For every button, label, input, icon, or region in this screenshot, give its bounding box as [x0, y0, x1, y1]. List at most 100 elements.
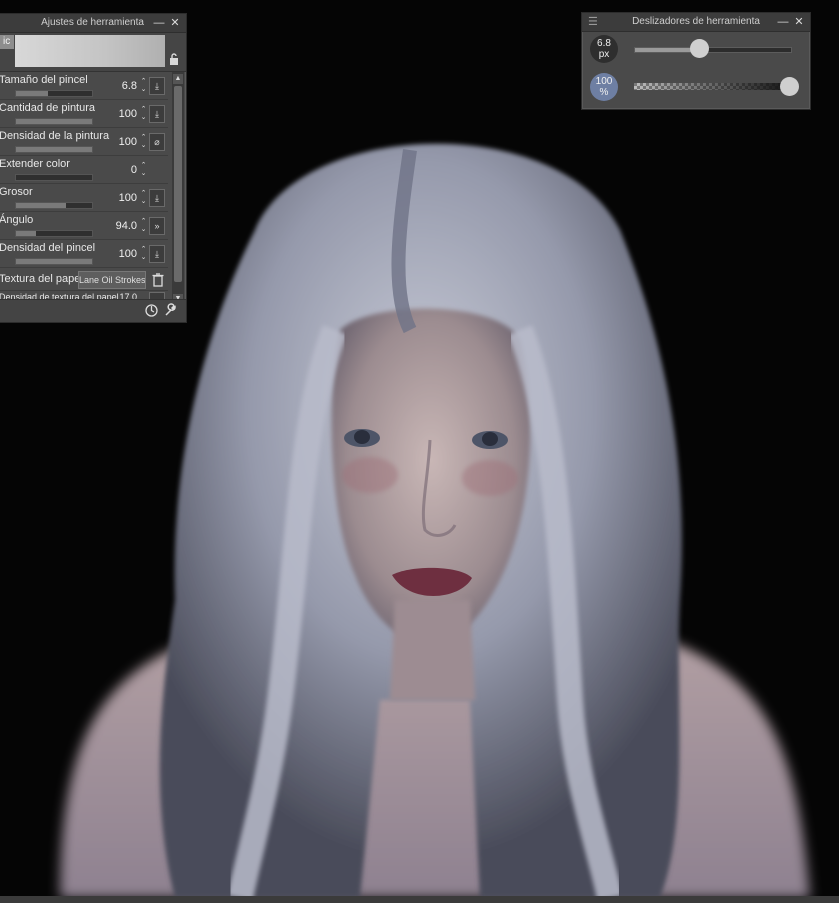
- value-stepper[interactable]: ⌃ ⌄: [139, 134, 148, 150]
- setting-bar[interactable]: [15, 230, 93, 237]
- scrollbar-thumb[interactable]: [174, 86, 182, 282]
- setting-row-paper-texture[interactable]: Textura del papel Lane Oil Strokes: [0, 268, 168, 291]
- setting-row-paint-amount[interactable]: Cantidad de pintura 100 ⌃ ⌄ ⤓: [0, 100, 168, 128]
- chevron-up-icon[interactable]: ⌃: [139, 218, 148, 226]
- brush-size-slider[interactable]: [634, 47, 792, 53]
- setting-bar-fill: [16, 203, 67, 208]
- palette-footer: [0, 299, 186, 322]
- chevron-up-icon[interactable]: ⌃: [139, 134, 148, 142]
- close-icon[interactable]: ✕: [792, 13, 806, 31]
- reset-icon[interactable]: [144, 303, 159, 318]
- opacity-value: 100: [595, 76, 613, 87]
- setting-bar-fill: [16, 147, 92, 152]
- brush-preview: ic: [0, 33, 186, 72]
- tool-sliders-title: Deslizadores de herramienta: [632, 16, 760, 27]
- lock-icon[interactable]: [169, 53, 179, 65]
- setting-value[interactable]: 100: [119, 136, 137, 148]
- brush-stroke-preview: [15, 35, 165, 67]
- download-icon[interactable]: ⤓: [149, 77, 165, 95]
- setting-bar-fill: [16, 91, 48, 96]
- setting-row-color-stretch[interactable]: Extender color 0 ⌃ ⌄: [0, 156, 168, 184]
- tool-sliders-palette: ☰ Deslizadores de herramienta — ✕ 6.8 px…: [581, 12, 811, 110]
- brush-size-unit: px: [598, 49, 610, 60]
- double-chevron-icon[interactable]: »: [149, 217, 165, 235]
- setting-label: Tamaño del pincel: [0, 74, 88, 86]
- chevron-up-icon[interactable]: ⌃: [139, 162, 148, 170]
- setting-bar-fill: [16, 119, 92, 124]
- value-stepper[interactable]: ⌃ ⌄: [139, 106, 148, 122]
- opacity-slider-row: 100 %: [582, 71, 810, 107]
- tool-settings-title: Ajustes de herramienta: [41, 17, 144, 28]
- setting-value[interactable]: 100: [119, 248, 137, 260]
- setting-row-paint-density[interactable]: Densidad de la pintura 100 ⌃ ⌄ ⌀: [0, 128, 168, 156]
- brush-size-slider-knob[interactable]: [689, 39, 709, 58]
- menu-icon[interactable]: ☰: [588, 13, 598, 31]
- value-stepper[interactable]: ⌃ ⌄: [139, 162, 148, 178]
- chevron-down-icon[interactable]: ⌄: [139, 114, 148, 122]
- setting-value[interactable]: 100: [119, 192, 137, 204]
- brush-size-badge: 6.8 px: [590, 35, 618, 63]
- chevron-down-icon[interactable]: ⌄: [139, 254, 148, 262]
- brush-size-value: 6.8: [597, 38, 611, 49]
- palette-scrollbar[interactable]: ▲ ▼: [172, 72, 184, 306]
- settings-list: Tamaño del pincel 6.8 ⌃ ⌄ ⤓ Cantidad de p…: [0, 72, 168, 303]
- setting-label: Textura del papel: [0, 273, 83, 285]
- setting-row-angle[interactable]: Ángulo 94.0 ⌃ ⌄ »: [0, 212, 168, 240]
- download-icon[interactable]: ⤓: [149, 245, 165, 263]
- setting-label: Cantidad de pintura: [0, 102, 96, 114]
- chevron-down-icon[interactable]: ⌄: [139, 142, 148, 150]
- download-icon[interactable]: ⤓: [149, 105, 165, 123]
- chevron-up-icon[interactable]: ⌃: [139, 106, 148, 114]
- value-stepper[interactable]: ⌃ ⌄: [139, 190, 148, 206]
- no-pressure-icon[interactable]: ⌀: [149, 133, 165, 151]
- setting-row-brush-size[interactable]: Tamaño del pincel 6.8 ⌃ ⌄ ⤓: [0, 72, 168, 100]
- setting-bar[interactable]: [15, 202, 93, 209]
- chevron-up-icon[interactable]: ⌃: [139, 78, 148, 86]
- setting-bar[interactable]: [15, 146, 93, 153]
- setting-label: Ángulo: [0, 214, 34, 226]
- minimize-icon[interactable]: —: [776, 13, 790, 31]
- setting-value[interactable]: 0: [131, 164, 137, 176]
- scroll-up-icon[interactable]: ▲: [173, 74, 183, 84]
- setting-row-thickness[interactable]: Grosor 100 ⌃ ⌄ ⤓: [0, 184, 168, 212]
- minimize-icon[interactable]: —: [152, 14, 166, 32]
- chevron-down-icon[interactable]: ⌄: [139, 86, 148, 94]
- tool-sliders-titlebar[interactable]: ☰ Deslizadores de herramienta — ✕: [582, 13, 810, 32]
- brush-size-slider-row: 6.8 px: [582, 33, 810, 69]
- opacity-slider-knob[interactable]: [780, 77, 799, 96]
- tool-settings-palette: Ajustes de herramienta — ✕ ic Tamaño del…: [0, 13, 187, 323]
- setting-row-brush-density[interactable]: Densidad del pincel 100 ⌃ ⌄ ⤓: [0, 240, 168, 268]
- chevron-down-icon[interactable]: ⌄: [139, 170, 148, 178]
- setting-bar[interactable]: [15, 118, 93, 125]
- download-icon[interactable]: ⤓: [149, 189, 165, 207]
- chevron-up-icon[interactable]: ⌃: [139, 246, 148, 254]
- chevron-down-icon[interactable]: ⌄: [139, 226, 148, 234]
- texture-select[interactable]: Lane Oil Strokes: [78, 271, 146, 289]
- setting-value[interactable]: 6.8: [122, 80, 137, 92]
- tool-settings-titlebar[interactable]: Ajustes de herramienta — ✕: [0, 14, 186, 33]
- setting-label: Grosor: [0, 186, 33, 198]
- opacity-badge: 100 %: [590, 73, 618, 101]
- setting-label: Extender color: [0, 158, 70, 170]
- setting-bar[interactable]: [15, 90, 93, 97]
- setting-bar-fill: [16, 259, 92, 264]
- trash-icon[interactable]: [151, 272, 165, 288]
- setting-value[interactable]: 100: [119, 108, 137, 120]
- status-strip: [0, 896, 839, 903]
- setting-value[interactable]: 94.0: [116, 220, 137, 232]
- setting-label: Densidad del pincel: [0, 242, 96, 254]
- opacity-slider[interactable]: [634, 83, 790, 90]
- wrench-icon[interactable]: [163, 303, 178, 318]
- close-icon[interactable]: ✕: [168, 14, 182, 32]
- value-stepper[interactable]: ⌃ ⌄: [139, 246, 148, 262]
- chevron-up-icon[interactable]: ⌃: [139, 190, 148, 198]
- opacity-unit: %: [599, 87, 609, 98]
- setting-bar-fill: [16, 231, 36, 236]
- brush-name-tag[interactable]: ic: [0, 35, 15, 49]
- chevron-down-icon[interactable]: ⌄: [139, 198, 148, 206]
- value-stepper[interactable]: ⌃ ⌄: [139, 218, 148, 234]
- setting-bar[interactable]: [15, 174, 93, 181]
- value-stepper[interactable]: ⌃ ⌄: [139, 78, 148, 94]
- setting-bar[interactable]: [15, 258, 93, 265]
- setting-label: Densidad de la pintura: [0, 130, 110, 142]
